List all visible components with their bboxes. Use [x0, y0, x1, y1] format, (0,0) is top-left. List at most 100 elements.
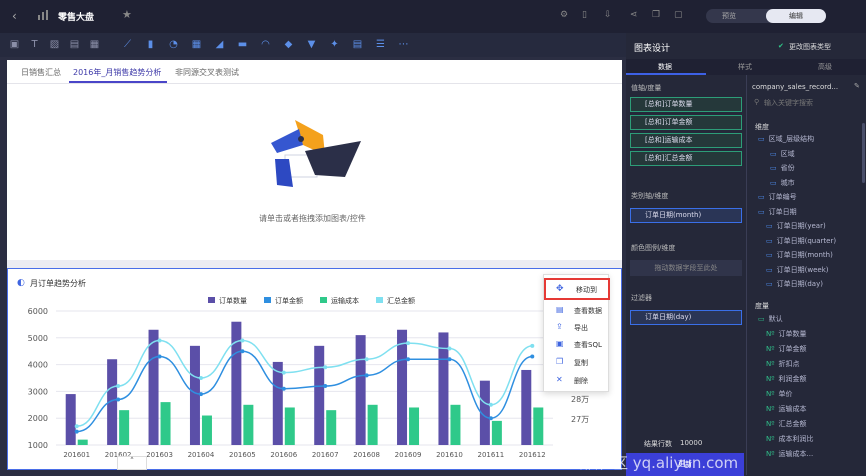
bar: [450, 404, 461, 445]
dataset-select[interactable]: company_sales_record...: [752, 83, 838, 91]
y-tick-label: 3000: [28, 387, 48, 396]
filter-label: 过滤器: [631, 294, 652, 302]
tab-icon[interactable]: ▤: [69, 39, 80, 50]
category-field[interactable]: 订单日期(month): [630, 208, 742, 223]
measure-item-label: 成本利润比: [778, 435, 814, 443]
value-field-3[interactable]: [总和]运输成本: [630, 133, 742, 148]
tab-data[interactable]: 数据: [658, 62, 672, 72]
map-icon[interactable]: ◆: [283, 39, 294, 50]
measure-item-label: 默认: [768, 315, 783, 323]
menu-item-view-data[interactable]: ▤ 查看数据: [544, 303, 610, 318]
change-chart-type[interactable]: 更改图表类型: [789, 42, 831, 52]
menu-item-sql[interactable]: ▣ 查看SQL: [544, 337, 610, 352]
bar: [397, 329, 408, 445]
measure-item-label: 单价: [778, 390, 793, 398]
measure-item[interactable]: Nº 单价: [766, 389, 793, 399]
tab-monthly-trend[interactable]: 2016年_月销售趋势分析: [73, 67, 161, 78]
menu-item-delete[interactable]: ✕ 删除: [544, 373, 610, 388]
dimension-item[interactable]: ▭ 订单日期(month): [766, 250, 833, 260]
tree-icon[interactable]: ⋯: [398, 39, 409, 50]
tab-crosstab[interactable]: 非同源交叉表测试: [175, 67, 239, 78]
copy-icon[interactable]: ❐: [652, 10, 660, 20]
result-rows-value[interactable]: 10000: [680, 439, 702, 447]
funnel-icon[interactable]: ▼: [306, 39, 317, 50]
bar-chart-icon[interactable]: ▮: [145, 39, 156, 50]
query-icon[interactable]: ▣: [9, 39, 20, 50]
menu-item-export[interactable]: ⇪ 导出: [544, 320, 610, 335]
edit-toggle[interactable]: 编辑: [766, 9, 826, 23]
field-search[interactable]: ⚲ 输入关键字搜索: [750, 97, 862, 109]
dimension-item[interactable]: ▭ 订单日期(day): [766, 279, 823, 289]
value-field-2[interactable]: [总和]订单金额: [630, 115, 742, 130]
star-icon[interactable]: ★: [122, 8, 132, 21]
dimension-field-icon: ▭: [766, 251, 773, 259]
value-field-4[interactable]: [总和]汇总金额: [630, 151, 742, 166]
line-point: [281, 386, 286, 391]
value-field-1[interactable]: [总和]订单数量: [630, 97, 742, 112]
dimension-item[interactable]: ▭ 省份: [770, 163, 795, 173]
bar: [438, 332, 449, 445]
tab-advanced[interactable]: 高级: [818, 62, 832, 72]
menu-item-move[interactable]: ✥ 移动到: [544, 278, 610, 300]
dimension-item[interactable]: ▭ 区域_层级结构: [758, 134, 814, 144]
x-tick-label: 201606: [270, 451, 297, 459]
edit-dataset-icon[interactable]: ✎: [854, 82, 860, 90]
dimension-item[interactable]: ▭ 订单编号: [758, 192, 797, 202]
legend-swatch: [320, 297, 327, 303]
iframe-icon[interactable]: ▦: [89, 39, 100, 50]
filter-field[interactable]: 订单日期(day): [630, 310, 742, 325]
dimension-item[interactable]: ▭ 订单日期(week): [766, 265, 828, 275]
measure-item[interactable]: Nº 订单数量: [766, 329, 807, 339]
measure-item[interactable]: Nº 运输成本: [766, 404, 807, 414]
x-tick-label: 201607: [312, 451, 339, 459]
search-icon: ⚲: [754, 98, 760, 106]
pie-chart-icon[interactable]: ◔: [168, 39, 179, 50]
kpi-icon[interactable]: ▬: [237, 39, 248, 50]
gear-icon[interactable]: ⚙: [560, 10, 568, 20]
dimension-item[interactable]: ▭ 订单日期(quarter): [766, 236, 836, 246]
search-input[interactable]: 输入关键字搜索: [764, 98, 813, 108]
dimension-item[interactable]: ▭ 城市: [770, 178, 795, 188]
measure-field-icon: Nº: [766, 375, 775, 383]
fullscreen-icon[interactable]: ▢: [674, 10, 683, 20]
measure-item[interactable]: Nº 运输成本...: [766, 449, 813, 459]
measure-item-label: 运输成本: [778, 405, 807, 413]
measure-item[interactable]: Nº 利润金额: [766, 374, 807, 384]
line-point: [240, 349, 245, 354]
lock-icon[interactable]: ▯: [582, 10, 587, 20]
crosstab-icon[interactable]: ▤: [352, 39, 363, 50]
measure-item[interactable]: ▭ 默认: [758, 314, 783, 324]
line-chart-icon[interactable]: ⟋: [122, 39, 133, 50]
text-icon[interactable]: T: [29, 39, 40, 50]
share-icon[interactable]: ⋖: [630, 10, 638, 20]
panel-tabs: 数据 样式 高级: [626, 59, 866, 75]
tab-style[interactable]: 样式: [738, 62, 752, 72]
measure-item[interactable]: Nº 成本利润比: [766, 434, 814, 444]
bar: [119, 410, 130, 445]
dimension-item[interactable]: ▭ 订单日期(year): [766, 221, 826, 231]
area-chart-icon[interactable]: ◢: [214, 39, 225, 50]
image-icon[interactable]: ▨: [49, 39, 60, 50]
tab-daily-sales[interactable]: 日销售汇总: [21, 67, 61, 78]
download-icon[interactable]: ⇩: [604, 10, 612, 20]
list-icon[interactable]: ☰: [375, 39, 386, 50]
measure-field-icon: Nº: [766, 420, 775, 428]
dimension-item[interactable]: ▭ 区域: [770, 149, 795, 159]
gauge-icon[interactable]: ◠: [260, 39, 271, 50]
chart-card[interactable]: ◐ 月订单趋势分析 1000 2000 3000 4000 5000 6000 28万 27万…: [7, 268, 622, 470]
measure-item[interactable]: Nº 订单金额: [766, 344, 807, 354]
panel-scrollbar[interactable]: [862, 123, 865, 183]
table-icon[interactable]: ▦: [191, 39, 202, 50]
measure-item[interactable]: Nº 折扣点: [766, 359, 800, 369]
back-icon[interactable]: ‹: [12, 9, 17, 23]
color-drop-zone[interactable]: 拖动数据字段至此处: [630, 260, 742, 276]
radar-icon[interactable]: ✦: [329, 39, 340, 50]
preview-toggle[interactable]: 预览: [722, 11, 736, 21]
menu-item-copy[interactable]: ❐ 复制: [544, 355, 610, 370]
line-point: [74, 424, 79, 429]
dimension-item[interactable]: ▭ 订单日期: [758, 207, 797, 217]
collapse-arrow-icon[interactable]: ˄: [117, 456, 147, 470]
measure-item[interactable]: Nº 汇总金额: [766, 419, 807, 429]
panel-title: 图表设计: [634, 44, 671, 54]
line-point: [157, 338, 162, 343]
